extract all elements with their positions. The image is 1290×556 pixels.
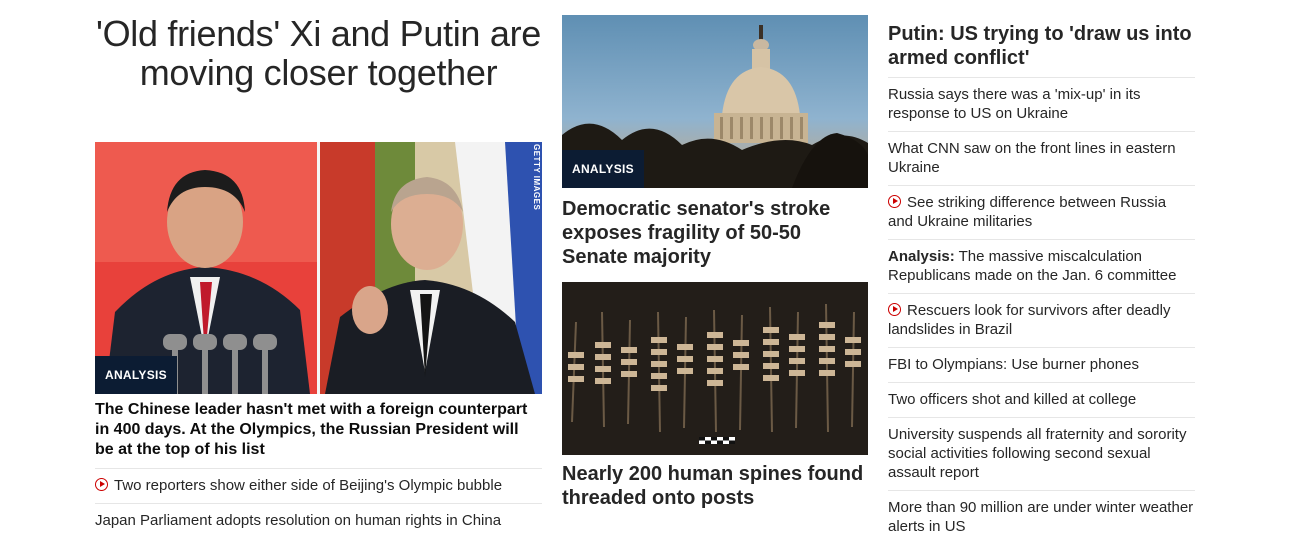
play-video-icon (95, 478, 108, 491)
lead-story: 'Old friends' Xi and Putin are moving cl… (95, 14, 542, 529)
list-item-label: Japan Parliament adopts resolution on hu… (95, 512, 502, 529)
spines-image[interactable] (562, 282, 868, 455)
list-item-label: FBI to Olympians: Use burner phones (888, 356, 1139, 373)
list-item[interactable]: Two officers shot and killed at college (888, 382, 1195, 417)
list-item-label: University suspends all fraternity and s… (888, 426, 1187, 481)
list-item-label: Rescuers look for survivors after deadly… (888, 302, 1171, 338)
analysis-badge: ANALYSIS (562, 150, 644, 188)
list-item[interactable]: FBI to Olympians: Use burner phones (888, 347, 1195, 382)
list-item-label: See striking difference between Russia a… (888, 194, 1167, 230)
list-item[interactable]: What CNN saw on the front lines in easte… (888, 131, 1195, 185)
list-item-label: Two officers shot and killed at college (888, 391, 1137, 408)
analysis-badge: ANALYSIS (95, 356, 177, 394)
senate-story-headline[interactable]: Democratic senator's stroke exposes frag… (562, 197, 868, 269)
list-item[interactable]: See striking difference between Russia a… (888, 185, 1195, 239)
list-item[interactable]: University suspends all fraternity and s… (888, 417, 1195, 490)
list-item[interactable]: Two reporters show either side of Beijin… (95, 468, 542, 503)
play-video-icon (888, 303, 901, 316)
spines-story-headline[interactable]: Nearly 200 human spines found threaded o… (562, 462, 868, 510)
putin-story-headline[interactable]: Putin: US trying to 'draw us into armed … (888, 22, 1195, 77)
list-item-label: Two reporters show either side of Beijin… (114, 477, 503, 494)
list-item[interactable]: More than 90 million are under winter we… (888, 490, 1195, 544)
analysis-label: Analysis: (888, 248, 955, 265)
play-video-icon (888, 195, 901, 208)
xi-putin-image[interactable]: GETTY IMAGES ANALYSIS (95, 142, 542, 394)
list-item-label: Russia says there was a 'mix-up' in its … (888, 86, 1141, 122)
list-item[interactable]: Analysis: The massive miscalculation Rep… (888, 239, 1195, 293)
capitol-image[interactable]: ANALYSIS (562, 15, 868, 188)
right-column: Putin: US trying to 'draw us into armed … (888, 22, 1195, 544)
list-item[interactable]: Japan Parliament adopts resolution on hu… (95, 503, 542, 538)
list-item-label: What CNN saw on the front lines in easte… (888, 140, 1176, 176)
lead-related-list: Two reporters show either side of Beijin… (95, 468, 542, 538)
lead-description[interactable]: The Chinese leader hasn't met with a for… (95, 400, 535, 460)
list-item[interactable]: Rescuers look for survivors after deadly… (888, 293, 1195, 347)
image-credit: GETTY IMAGES (532, 144, 541, 211)
list-item-label: More than 90 million are under winter we… (888, 499, 1194, 535)
list-item[interactable]: Russia says there was a 'mix-up' in its … (888, 77, 1195, 131)
lead-headline[interactable]: 'Old friends' Xi and Putin are moving cl… (95, 14, 542, 92)
